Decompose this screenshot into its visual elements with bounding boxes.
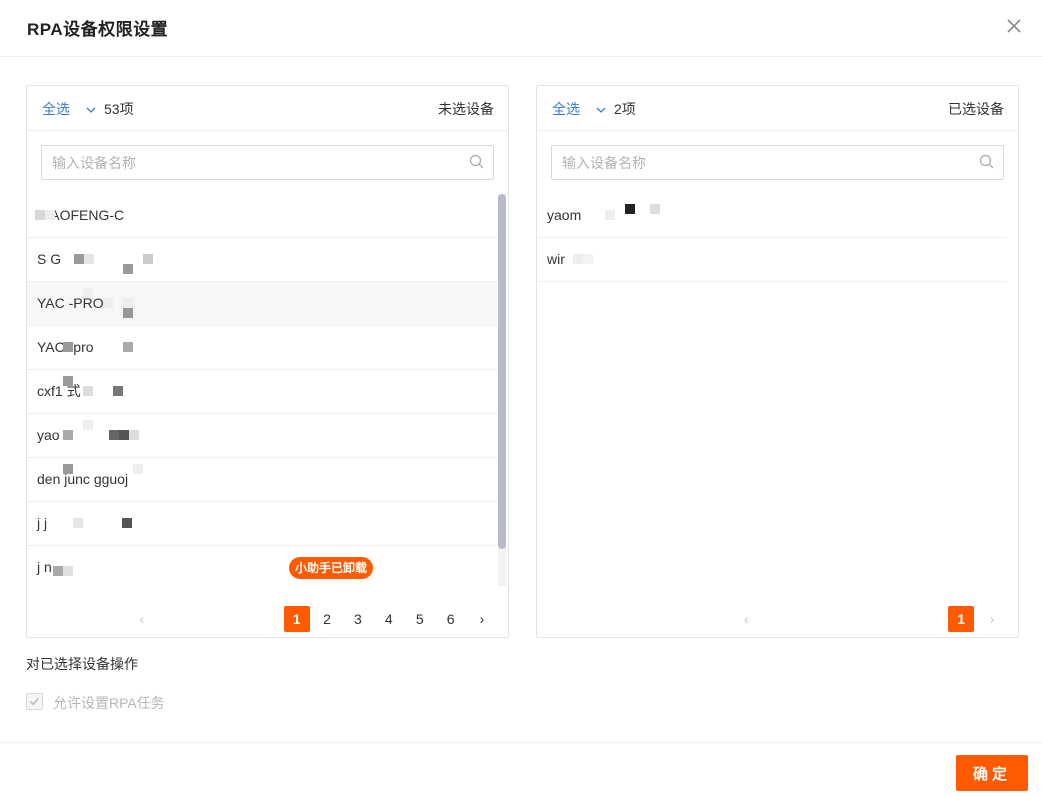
search-box — [551, 145, 1004, 180]
page-button[interactable]: 6 — [437, 606, 464, 632]
pagination: ‹ 1 › — [732, 606, 1006, 632]
status-badge: 小助手已卸载 — [289, 557, 374, 579]
list-item[interactable]: S G — [27, 238, 497, 282]
device-name: S G — [37, 251, 62, 267]
device-name: yaom — [547, 207, 582, 223]
device-list: yaom wir — [537, 194, 1007, 586]
selected-devices-panel: 全选 2项 已选设备 yaom wir ‹ 1 › — [536, 85, 1019, 638]
device-name: YAC -PRO1 — [37, 295, 112, 311]
device-name: j j — [37, 515, 48, 531]
page-button[interactable]: 5 — [406, 606, 433, 632]
device-list: XIAOFENG-C S G YAC -PRO1 YAC -pro cxf1 式… — [27, 194, 497, 586]
next-page-button[interactable]: › — [978, 606, 1006, 632]
dialog-header: RPA设备权限设置 — [0, 0, 1042, 57]
redaction-mosaic — [27, 546, 497, 586]
device-name: cxf1 式 — [37, 383, 81, 399]
panel-title: 未选设备 — [438, 101, 494, 117]
list-item[interactable]: cxf1 式 — [27, 370, 497, 414]
search-input[interactable] — [552, 146, 972, 179]
panel-header: 全选 53项 未选设备 — [27, 86, 508, 131]
page-button[interactable]: 4 — [375, 606, 402, 632]
search-icon[interactable] — [469, 154, 485, 170]
checkbox[interactable] — [26, 693, 43, 710]
redaction-mosaic — [27, 370, 497, 413]
redaction-mosaic — [27, 502, 497, 545]
prev-page-button[interactable]: ‹ — [732, 606, 760, 632]
page-button[interactable]: 2 — [314, 606, 341, 632]
dialog-footer: 确定 — [0, 742, 1042, 796]
redaction-mosaic — [537, 194, 1007, 237]
redaction-mosaic — [27, 238, 497, 281]
checkbox-label: 允许设置RPA任务 — [53, 695, 165, 711]
prev-page-button[interactable]: ‹ — [128, 606, 156, 632]
device-name: XIAOFENG-C — [37, 207, 125, 223]
item-count: 53项 — [104, 101, 134, 117]
list-item[interactable]: YAC -pro — [27, 326, 497, 370]
list-item[interactable]: yaom — [537, 194, 1007, 238]
confirm-button[interactable]: 确定 — [956, 755, 1028, 791]
list-item[interactable]: den junc gguoj — [27, 458, 497, 502]
pagination: ‹ 1 2 3 4 5 6 › — [128, 606, 496, 632]
list-item[interactable]: XIAOFENG-C — [27, 194, 497, 238]
next-page-button[interactable]: › — [468, 606, 496, 632]
panel-header: 全选 2项 已选设备 — [537, 86, 1018, 131]
redaction-mosaic — [537, 238, 1007, 281]
list-item[interactable]: YAC -PRO1 — [27, 282, 497, 326]
device-name: wir — [547, 251, 565, 267]
operations-heading: 对已选择设备操作 — [26, 656, 138, 672]
search-box — [41, 145, 494, 180]
select-all-link[interactable]: 全选 — [42, 99, 70, 119]
page-button-current[interactable]: 1 — [283, 606, 310, 632]
page-button[interactable]: 3 — [344, 606, 371, 632]
redaction-mosaic — [27, 414, 497, 457]
item-count: 2项 — [614, 101, 636, 117]
list-item[interactable]: j n 小助手已卸载 — [27, 546, 497, 586]
dialog-title: RPA设备权限设置 — [27, 20, 169, 39]
redaction-mosaic — [27, 326, 497, 369]
unselected-devices-panel: 全选 53项 未选设备 XIAOFENG-C S G YAC -PRO1 — [26, 85, 509, 638]
list-item[interactable]: yao — [27, 414, 497, 458]
pagination-spacer — [160, 606, 280, 632]
device-name: YAC -pro — [37, 339, 94, 355]
panel-title: 已选设备 — [948, 101, 1004, 117]
list-item[interactable]: j j — [27, 502, 497, 546]
select-all-link[interactable]: 全选 — [552, 99, 580, 119]
pagination-spacer — [764, 606, 944, 632]
scrollbar-thumb[interactable] — [498, 194, 506, 549]
close-icon[interactable] — [1004, 16, 1024, 36]
page-button-current[interactable]: 1 — [948, 606, 975, 632]
device-name: den junc gguoj — [37, 471, 129, 487]
chevron-down-icon[interactable] — [595, 102, 607, 113]
device-name: yao — [37, 427, 60, 443]
list-item[interactable]: wir — [537, 238, 1007, 282]
search-icon[interactable] — [979, 154, 995, 170]
chevron-down-icon[interactable] — [85, 102, 97, 113]
search-input[interactable] — [42, 146, 462, 179]
device-name: j n — [37, 559, 52, 575]
